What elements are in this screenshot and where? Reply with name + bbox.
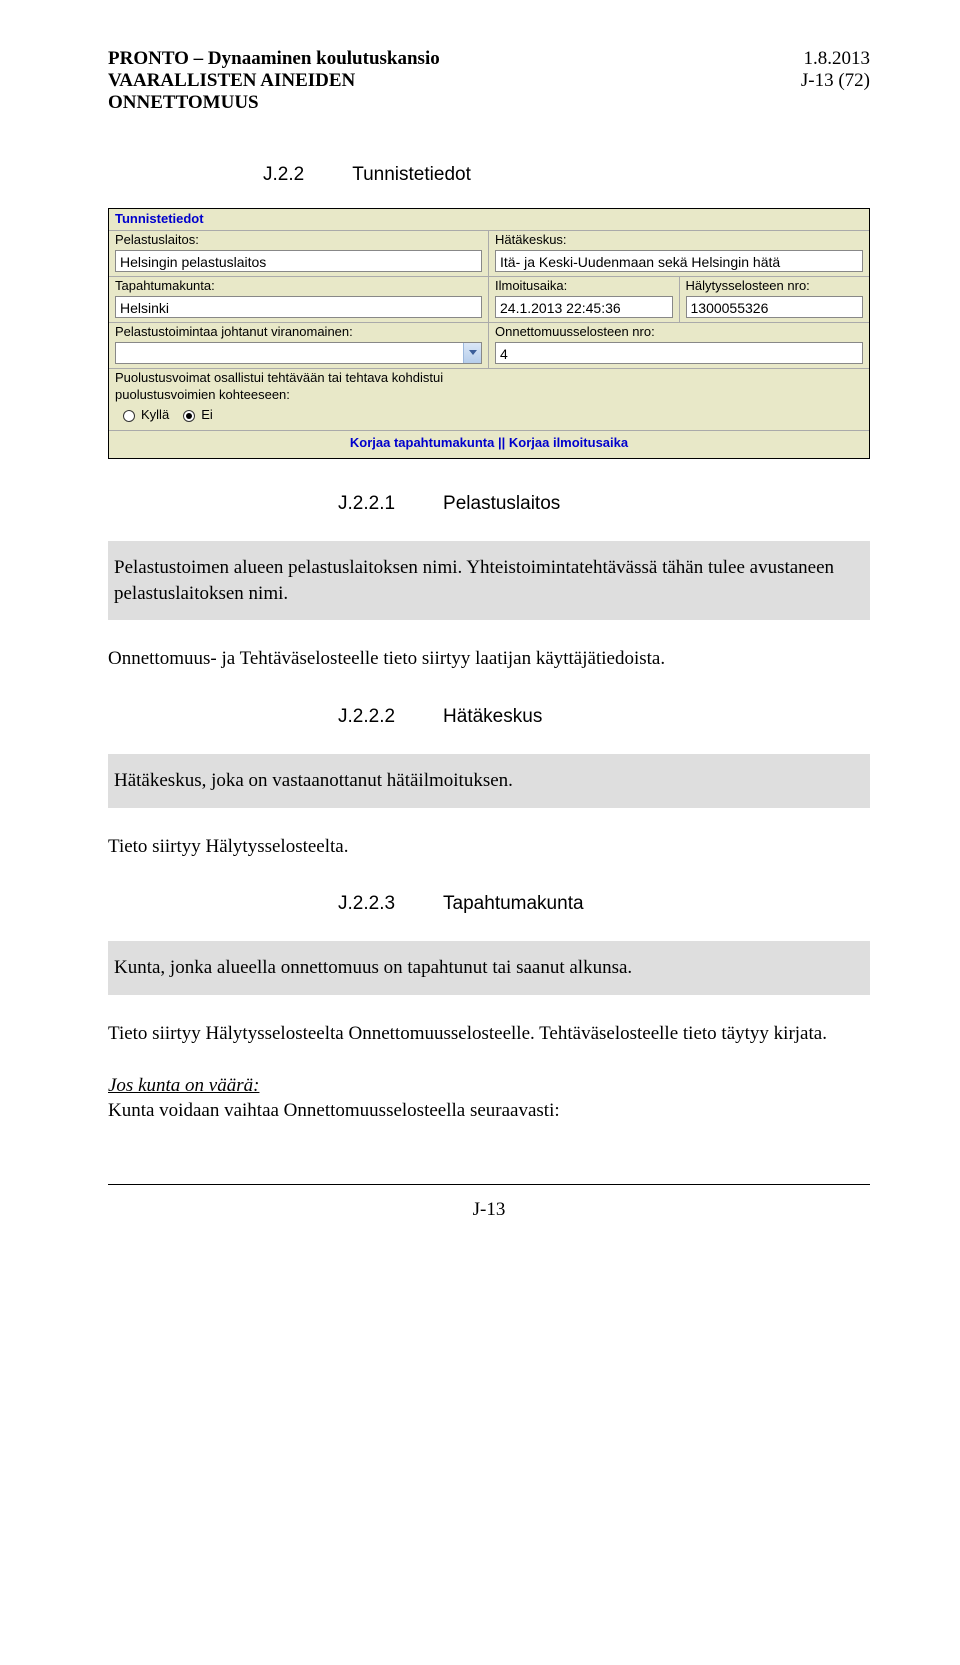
para-tapahtumakunta-2: Jos kunta on väärä: Kunta voidaan vaihta… [108,1073,870,1124]
cell-hatakeskus: Hätäkeskus: Itä- ja Keski-Uudenmaan sekä… [489,231,869,276]
pelastuslaitos-input[interactable]: Helsingin pelastuslaitos [115,250,482,272]
tapahtumakunta-input[interactable]: Helsinki [115,296,482,318]
subsection-title: Hätäkeskus [443,706,542,728]
subsection-title: Pelastuslaitos [443,493,560,515]
cell-empty [489,369,869,431]
footer-pagenum: J-13 [473,1199,506,1220]
para-pelastuslaitos: Onnettomuus- ja Tehtäväselosteelle tieto… [108,646,870,672]
header-page-ref: J-13 (72) [801,70,870,92]
form-links-row: Korjaa tapahtumakunta || Korjaa ilmoitus… [109,431,869,458]
subsection-number: J.2.2.1 [338,493,395,515]
section-heading-j221: J.2.2.1 Pelastuslaitos [108,493,870,515]
cell-halytysselosteen: Hälytysselosteen nro: 1300055326 [680,277,870,322]
lead-italic: Jos kunta on väärä: [108,1075,259,1096]
subsection-title: Tapahtumakunta [443,893,584,915]
hatakeskus-label: Hätäkeskus: [489,231,869,249]
page-footer: J-13 [108,1184,870,1221]
chevron-down-icon [463,343,481,363]
cell-ilmoitusaika: Ilmoitusaika: 24.1.2013 22:45:36 [489,277,680,322]
cell-ilmoitus-halytys: Ilmoitusaika: 24.1.2013 22:45:36 Hälytys… [489,277,869,322]
puolustus-label-2: puolustusvoimien kohteeseen: [109,386,489,404]
section-title: Tunnistetiedot [352,164,471,186]
section-heading-j223: J.2.2.3 Tapahtumakunta [108,893,870,915]
form-panel-tunnistetiedot: Tunnistetiedot Pelastuslaitos: Helsingin… [108,208,870,459]
header-title-2: VAARALLISTEN AINEIDEN [108,70,440,92]
note-tapahtumakunta: Kunta, jonka alueella onnettomuus on tap… [108,941,870,995]
para-tapahtumakunta-1: Tieto siirtyy Hälytysselosteelta Onnetto… [108,1021,870,1047]
header-left: PRONTO – Dynaaminen koulutuskansio VAARA… [108,48,440,114]
radio-group-puolustus: Kyllä Ei [109,404,489,430]
note-pelastuslaitos: Pelastustoimen alueen pelastuslaitoksen … [108,541,870,620]
johtanut-select[interactable] [115,342,482,364]
subsection-number: J.2.2.3 [338,893,395,915]
radio-ei[interactable] [183,410,195,422]
cell-johtanut: Pelastustoimintaa johtanut viranomainen: [109,323,489,368]
cell-puolustus: Puolustusvoimat osallistui tehtävään tai… [109,369,489,431]
onnettomuus-label: Onnettomuusselosteen nro: [489,323,869,341]
para-tapahtumakunta-2b: Kunta voidaan vaihtaa Onnettomuusseloste… [108,1100,560,1121]
johtanut-label: Pelastustoimintaa johtanut viranomainen: [109,323,488,341]
ilmoitusaika-label: Ilmoitusaika: [489,277,679,295]
subsection-number: J.2.2.2 [338,706,395,728]
onnettomuus-input[interactable]: 4 [495,342,863,364]
header-date: 1.8.2013 [801,48,870,70]
header-right: 1.8.2013 J-13 (72) [801,48,870,114]
form-row-2: Tapahtumakunta: Helsinki Ilmoitusaika: 2… [109,276,869,322]
section-heading-j222: J.2.2.2 Hätäkeskus [108,706,870,728]
note-hatakeskus: Hätäkeskus, joka on vastaanottanut hätäi… [108,754,870,808]
para-hatakeskus: Tieto siirtyy Hälytysselosteelta. [108,834,870,860]
header-title-3: ONNETTOMUUS [108,92,440,114]
form-title: Tunnistetiedot [109,209,869,230]
section-number: J.2.2 [263,164,304,186]
header-title-1: PRONTO – Dynaaminen koulutuskansio [108,48,440,70]
section-heading-j22: J.2.2 Tunnistetiedot [108,164,870,186]
page: PRONTO – Dynaaminen koulutuskansio VAARA… [0,0,960,1665]
page-header: PRONTO – Dynaaminen koulutuskansio VAARA… [108,48,870,114]
puolustus-label-1: Puolustusvoimat osallistui tehtävään tai… [109,369,489,387]
tapahtumakunta-label: Tapahtumakunta: [109,277,488,295]
halytysselosteen-input[interactable]: 1300055326 [686,296,864,318]
form-row-4: Puolustusvoimat osallistui tehtävään tai… [109,368,869,432]
pelastuslaitos-label: Pelastuslaitos: [109,231,488,249]
cell-onnettomuus-nro: Onnettomuusselosteen nro: 4 [489,323,869,368]
cell-tapahtumakunta: Tapahtumakunta: Helsinki [109,277,489,322]
cell-pelastuslaitos: Pelastuslaitos: Helsingin pelastuslaitos [109,231,489,276]
radio-kylla[interactable] [123,410,135,422]
link-korjaa-ilmoitusaika[interactable]: Korjaa ilmoitusaika [509,435,628,450]
link-separator: || [498,435,505,450]
radio-kylla-label: Kyllä [141,407,169,424]
ilmoitusaika-input[interactable]: 24.1.2013 22:45:36 [495,296,673,318]
radio-ei-label: Ei [201,407,213,424]
form-row-1: Pelastuslaitos: Helsingin pelastuslaitos… [109,230,869,276]
hatakeskus-input[interactable]: Itä- ja Keski-Uudenmaan sekä Helsingin h… [495,250,863,272]
form-row-3: Pelastustoimintaa johtanut viranomainen:… [109,322,869,368]
link-korjaa-tapahtumakunta[interactable]: Korjaa tapahtumakunta [350,435,494,450]
halytysselosteen-label: Hälytysselosteen nro: [680,277,870,295]
